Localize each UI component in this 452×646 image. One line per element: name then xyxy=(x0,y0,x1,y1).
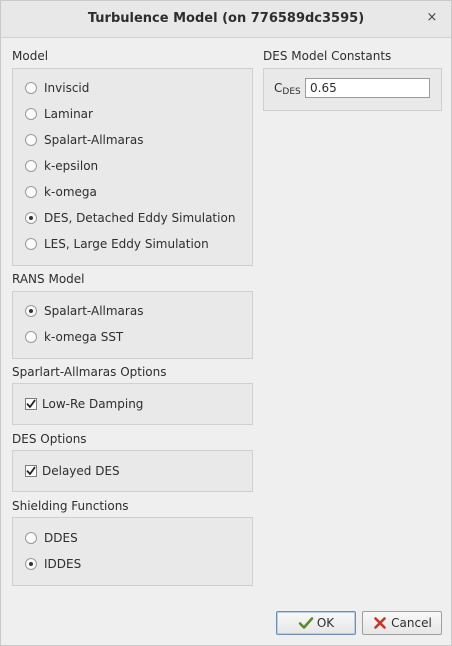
check-mark-icon xyxy=(26,466,36,475)
radio-icon[interactable] xyxy=(25,82,37,94)
check-mark-icon xyxy=(26,399,36,408)
rans-option-k-omega-sst[interactable]: k-omega SST xyxy=(25,327,123,347)
option-label: k-omega xyxy=(44,185,97,199)
ok-check-svg xyxy=(298,617,314,629)
checkbox-icon[interactable] xyxy=(25,398,37,410)
option-label: k-omega SST xyxy=(44,330,124,344)
model-option-k-omega[interactable]: k-omega xyxy=(25,182,97,202)
radio-icon[interactable] xyxy=(25,212,37,224)
cancel-label: Cancel xyxy=(391,616,432,630)
ok-label: OK xyxy=(316,616,335,630)
option-label: Spalart-Allmaras xyxy=(44,133,144,147)
radio-icon[interactable] xyxy=(25,305,37,317)
option-label: DDES xyxy=(44,531,78,545)
close-icon[interactable]: × xyxy=(425,10,439,26)
checkbox-label: Delayed DES xyxy=(42,464,120,478)
des-options-section-label: DES Options xyxy=(12,432,87,446)
shielding-option-iddes[interactable]: IDDES xyxy=(25,554,81,574)
des-constants-section-label: DES Model Constants xyxy=(263,49,392,63)
shielding-option-ddes[interactable]: DDES xyxy=(25,528,78,548)
radio-icon[interactable] xyxy=(25,558,37,570)
model-option-des[interactable]: DES, Detached Eddy Simulation xyxy=(25,208,235,228)
model-option-k-epsilon[interactable]: k-epsilon xyxy=(25,156,98,176)
radio-icon[interactable] xyxy=(25,160,37,172)
turbulence-model-dialog: Turbulence Model (on 776589dc3595) × Mod… xyxy=(0,0,452,646)
delayed-des-checkbox[interactable]: Delayed DES xyxy=(25,461,120,481)
window-title: Turbulence Model (on 776589dc3595) xyxy=(87,11,365,26)
model-section-label: Model xyxy=(12,49,49,63)
radio-icon[interactable] xyxy=(25,186,37,198)
cdes-input[interactable] xyxy=(305,78,430,98)
radio-icon[interactable] xyxy=(25,134,37,146)
cancel-x-svg xyxy=(374,617,386,629)
model-option-inviscid[interactable]: Inviscid xyxy=(25,78,89,98)
checkbox-icon[interactable] xyxy=(25,465,37,477)
model-option-laminar[interactable]: Laminar xyxy=(25,104,93,124)
radio-icon[interactable] xyxy=(25,108,37,120)
option-label: k-epsilon xyxy=(44,159,99,173)
cancel-x-icon xyxy=(372,615,388,631)
option-label: Inviscid xyxy=(44,81,90,95)
option-label: Laminar xyxy=(44,107,93,121)
ok-button[interactable]: OK xyxy=(276,611,356,635)
radio-icon[interactable] xyxy=(25,331,37,343)
rans-option-spalart-allmaras[interactable]: Spalart-Allmaras xyxy=(25,301,143,321)
option-label: LES, Large Eddy Simulation xyxy=(44,237,209,251)
checkbox-label: Low-Re Damping xyxy=(42,397,144,411)
ok-check-path xyxy=(298,617,314,629)
shielding-section-label: Shielding Functions xyxy=(12,499,129,513)
cancel-button[interactable]: Cancel xyxy=(362,611,442,635)
low-re-damping-checkbox[interactable]: Low-Re Damping xyxy=(25,394,143,414)
radio-icon[interactable] xyxy=(25,532,37,544)
cdes-label-sub: DES xyxy=(282,87,301,97)
model-option-les[interactable]: LES, Large Eddy Simulation xyxy=(25,234,209,254)
cancel-x-path xyxy=(374,617,386,629)
radio-icon[interactable] xyxy=(25,238,37,250)
sa-options-section-label: Sparlart-Allmaras Options xyxy=(12,365,167,379)
cdes-label: CDES xyxy=(274,81,301,97)
option-label: Spalart-Allmaras xyxy=(44,304,144,318)
model-option-spalart-allmaras[interactable]: Spalart-Allmaras xyxy=(25,130,143,150)
option-label: IDDES xyxy=(44,557,82,571)
rans-section-label: RANS Model xyxy=(12,272,85,286)
ok-check-icon xyxy=(298,615,314,631)
title-bar: Turbulence Model (on 776589dc3595) × xyxy=(1,1,451,38)
option-label: DES, Detached Eddy Simulation xyxy=(44,211,236,225)
